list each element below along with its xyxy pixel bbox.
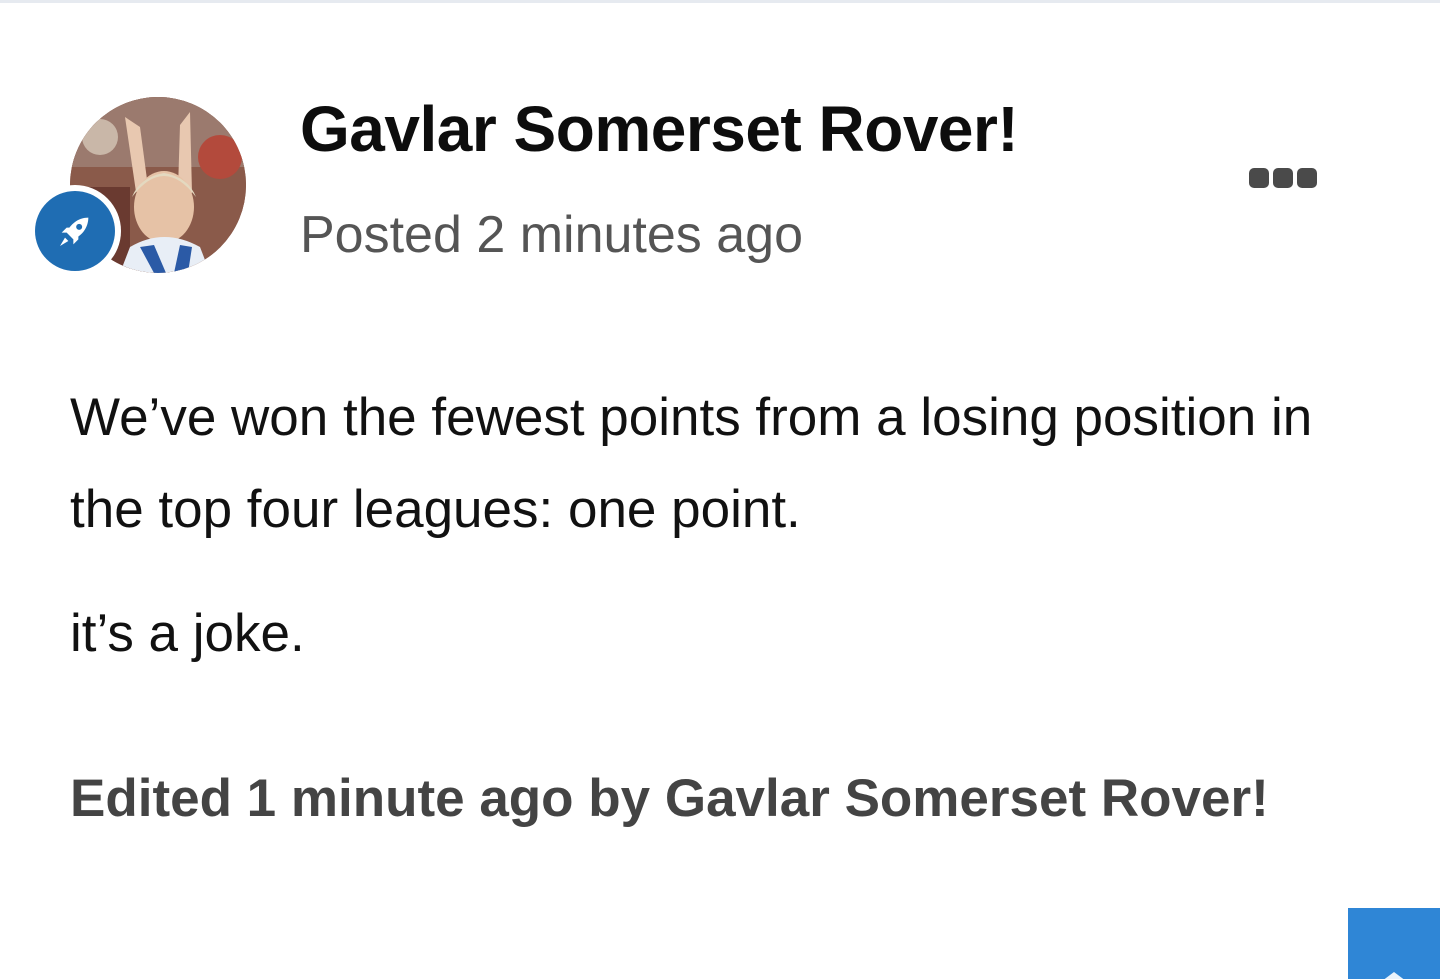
member-badge [29,185,121,277]
post-paragraph: We’ve won the fewest points from a losin… [70,388,1313,539]
more-options-icon[interactable] [1240,160,1326,196]
scroll-up-icon [1384,972,1404,979]
author-name[interactable]: Gavlar Somerset Rover! [300,92,1019,166]
rocket-icon [35,191,115,271]
post-paragraph: it’s a joke. [70,604,305,663]
scroll-up-button[interactable] [1348,908,1440,979]
forum-post: Gavlar Somerset Rover! Posted 2 minutes … [0,0,1440,979]
post-timestamp[interactable]: Posted 2 minutes ago [300,205,803,265]
edited-note: Edited 1 minute ago by Gavlar Somerset R… [70,769,1269,828]
menu-dot [1297,168,1317,188]
menu-dot [1249,168,1269,188]
menu-dot [1273,168,1293,188]
post-content: We’ve won the fewest points from a losin… [70,372,1400,680]
